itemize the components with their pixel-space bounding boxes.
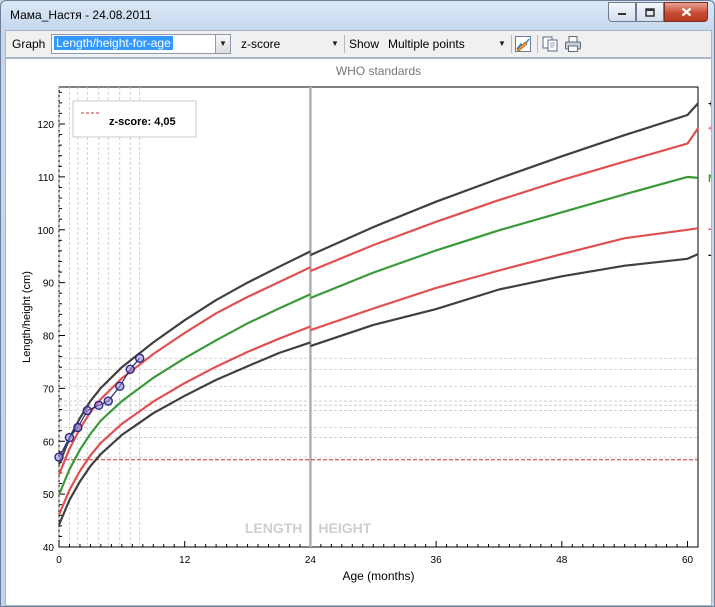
plot-area-frame [58, 86, 699, 548]
series-line-plusminus-2sd-length [57, 266, 311, 476]
app-window: Мама_Настя - 24.08.2011 Graph Length/hei… [0, 0, 715, 607]
chevron-down-icon[interactable]: ▼ [328, 35, 342, 53]
measurement-point[interactable] [73, 422, 83, 433]
x-tick-label: 36 [431, 555, 443, 566]
measurement-point[interactable] [134, 353, 145, 363]
series-line-minus-3sd-length [57, 341, 311, 526]
series-label-plusminus-2sd: +2SD [708, 123, 711, 135]
y-tick-label: 50 [43, 490, 55, 501]
series-line-minus-2sd-height [310, 227, 699, 332]
chevron-down-icon[interactable]: ▼ [495, 35, 509, 53]
measurement-point[interactable] [103, 396, 113, 406]
scale-select-value: z-score [241, 37, 281, 51]
title-bar[interactable]: Мама_Настя - 24.08.2011 [1, 1, 714, 29]
series-label-plusminus-3sd: +3SD [708, 98, 711, 110]
measurement-point[interactable] [64, 432, 75, 443]
y-tick-label: 80 [43, 332, 55, 343]
y-tick-label: 70 [43, 384, 55, 395]
show-select-value: Multiple points [388, 37, 465, 51]
y-tick-label: 120 [37, 120, 54, 131]
maximize-icon[interactable] [636, 2, 664, 22]
x-tick-label: 24 [305, 555, 317, 566]
graph-select-value: Length/height-for-age [54, 36, 173, 50]
close-icon[interactable] [664, 2, 708, 22]
x-tick-label: 12 [179, 555, 191, 566]
measurement-point[interactable] [115, 381, 125, 391]
growth-chart: WHO standards 40 50 60 70 80 90 100 110 120 0 12 24 3… [21, 64, 714, 583]
chevron-down-icon[interactable]: ▼ [215, 35, 230, 53]
x-tick-label: 60 [682, 555, 694, 566]
toolbar-separator [511, 35, 512, 53]
series-line-plusminus-2sd-height [309, 127, 699, 273]
show-label: Show [349, 37, 380, 51]
series-label-minus-3sd: -3SD [708, 249, 711, 261]
series-label-median: Median [708, 173, 711, 185]
series-line-minus-3sd-height [310, 253, 699, 348]
section-label-length: LENGTH [245, 520, 303, 536]
minimize-icon[interactable] [608, 2, 636, 22]
toolbar: Graph Length/height-for-age ▼ z-score ▼ … [5, 30, 712, 58]
y-tick-label: 40 [43, 543, 55, 554]
x-axis-label: Age (months) [342, 569, 414, 583]
copy-icon[interactable] [541, 35, 559, 53]
show-select[interactable]: Multiple points ▼ [384, 34, 510, 54]
x-tick-label: 48 [556, 555, 568, 566]
graph-label: Graph [12, 37, 46, 51]
series-line-plusminus-3sd-height [309, 102, 699, 257]
print-icon[interactable] [564, 35, 582, 53]
y-tick-label: 60 [43, 437, 55, 448]
chart-title: WHO standards [336, 64, 421, 78]
chart-edit-icon[interactable] [514, 35, 532, 53]
section-label-height: HEIGHT [318, 520, 371, 536]
y-tick-label: 110 [38, 173, 54, 184]
series-line-median-height [309, 175, 699, 300]
y-tick-label: 100 [37, 226, 54, 237]
chart-panel: WHO standards 40 50 60 70 80 90 100 110 120 0 12 24 3… [5, 58, 714, 606]
measurement-point[interactable] [94, 400, 104, 410]
measurement-point[interactable] [125, 364, 135, 375]
toolbar-separator [537, 35, 538, 53]
graph-select[interactable]: Length/height-for-age ▼ [51, 34, 231, 54]
legend-entry: z-score: 4,05 [109, 116, 176, 128]
measurement-point[interactable] [54, 452, 64, 462]
x-tick-label: 0 [56, 555, 62, 566]
window-title: Мама_Настя - 24.08.2011 [10, 8, 152, 22]
y-tick-label: 90 [43, 279, 55, 290]
measurement-point[interactable] [82, 405, 92, 416]
window-controls [608, 2, 708, 22]
scale-select[interactable]: z-score ▼ [237, 34, 343, 54]
y-axis-label: Length/height (cm) [21, 271, 33, 363]
toolbar-separator [344, 35, 345, 53]
series-label-minus-2sd: -2SD [708, 223, 711, 235]
